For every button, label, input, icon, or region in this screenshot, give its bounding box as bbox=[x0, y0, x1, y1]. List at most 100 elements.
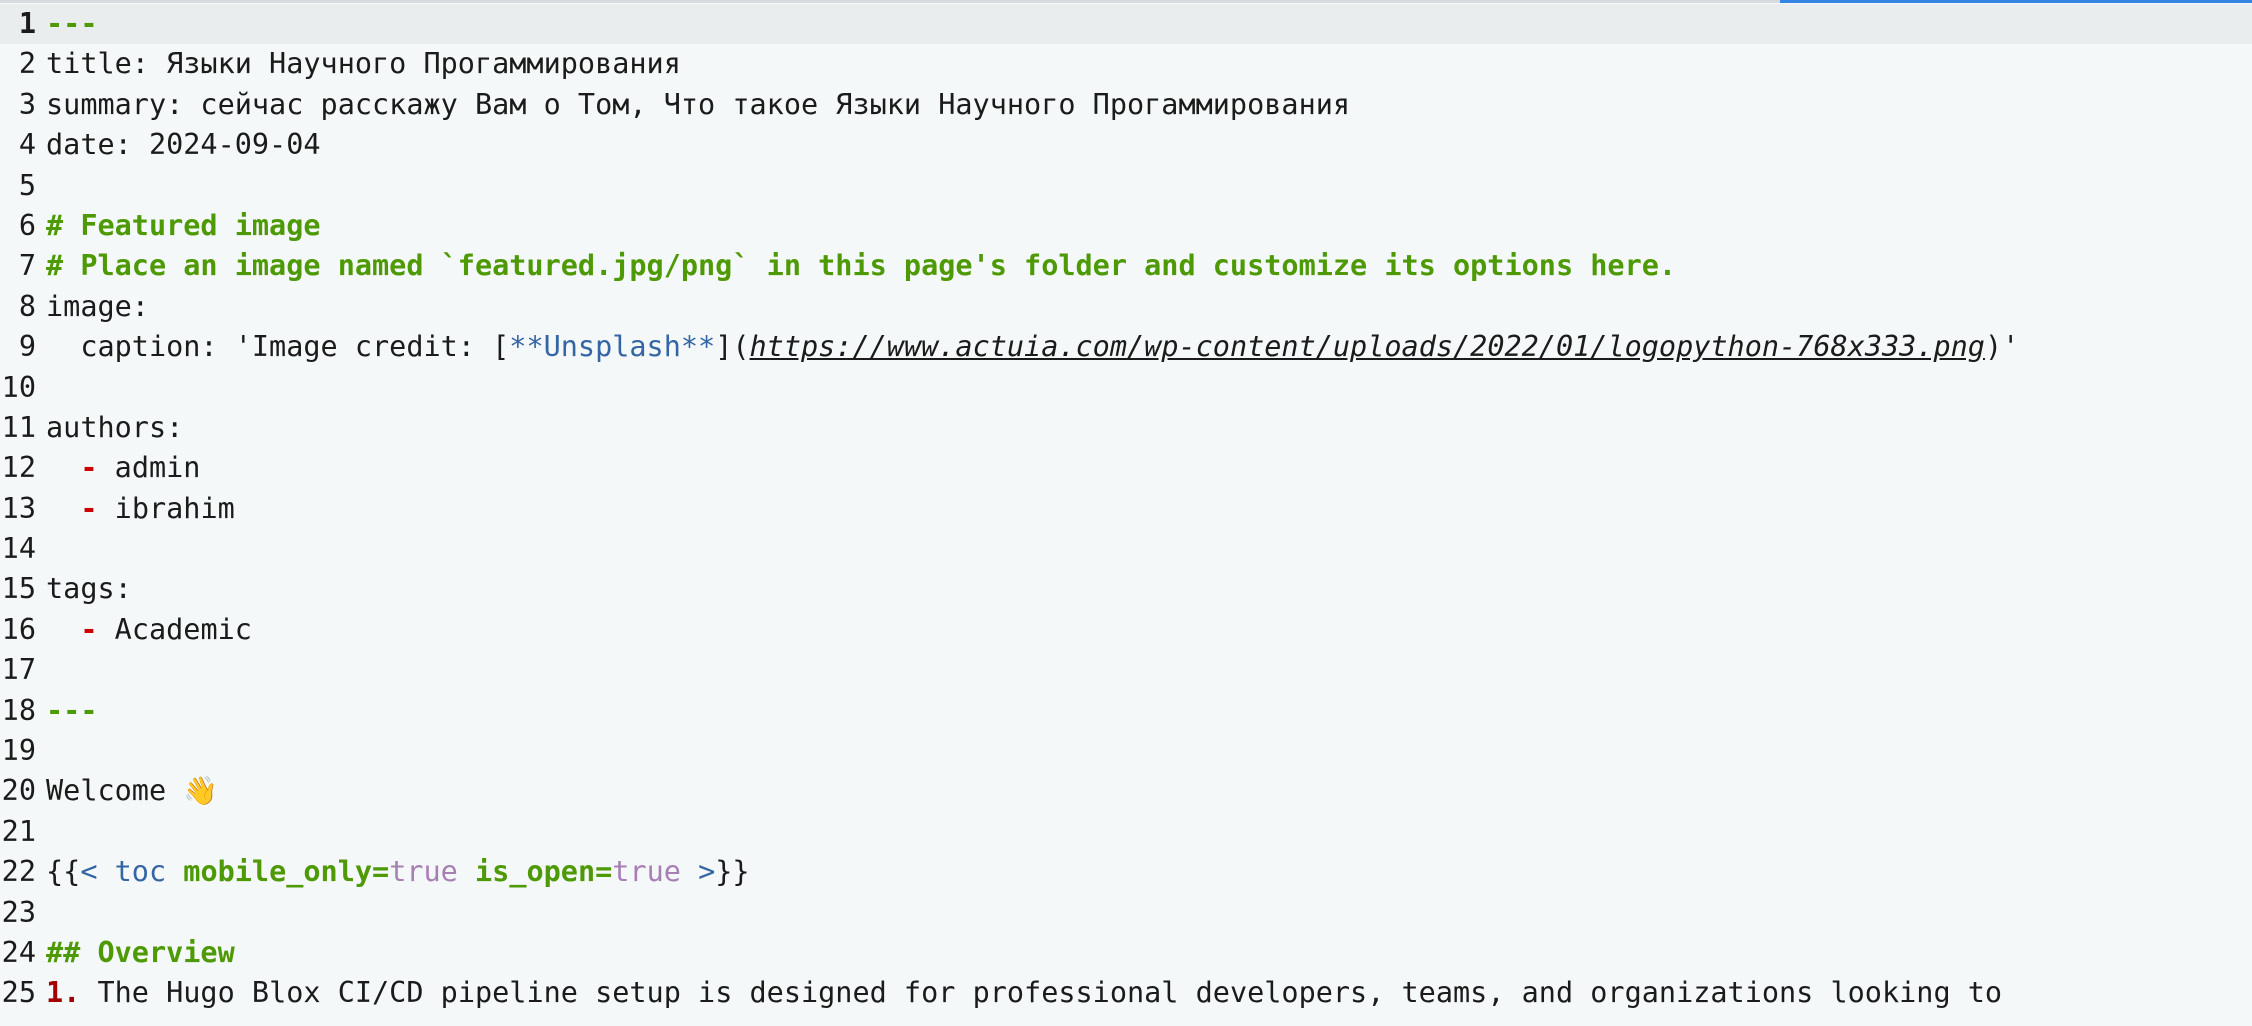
code-editor[interactable]: 1 --- 2 title: Языки Научного Прогаммирован… bbox=[0, 4, 2252, 1014]
code-text: - ibrahim bbox=[36, 489, 235, 529]
code-text: # Place an image named `featured.jpg/png… bbox=[36, 246, 1676, 286]
code-text: caption: 'Image credit: [**Unsplash**](h… bbox=[36, 327, 2019, 367]
line-number: 2 bbox=[18, 47, 36, 81]
code-token: Welcome bbox=[46, 774, 184, 808]
code-token: image: bbox=[46, 289, 149, 323]
code-line[interactable]: 12 - admin bbox=[0, 448, 2252, 488]
code-token: )' bbox=[1984, 330, 2020, 364]
code-line[interactable]: 14 bbox=[0, 529, 2252, 569]
code-text: ## Overview bbox=[36, 933, 235, 973]
code-token: authors: bbox=[46, 410, 184, 444]
code-token: **Unsplash** bbox=[509, 330, 716, 364]
code-line[interactable]: 2 title: Языки Научного Прогаммирования bbox=[0, 44, 2252, 84]
code-token: - bbox=[80, 491, 98, 525]
line-number: 5 bbox=[18, 168, 36, 202]
code-line[interactable]: 8 image: bbox=[0, 287, 2252, 327]
code-token: The Hugo Blox CI/CD pipeline setup is de… bbox=[80, 976, 2003, 1010]
code-token: mobile_only= bbox=[183, 855, 390, 889]
code-text: - admin bbox=[36, 448, 200, 488]
line-number: 25 bbox=[1, 976, 36, 1010]
code-text: date: 2024-09-04 bbox=[36, 125, 321, 165]
code-line[interactable]: 25 1. The Hugo Blox CI/CD pipeline setup … bbox=[0, 973, 2252, 1013]
code-token: ]( bbox=[715, 330, 750, 364]
code-line[interactable]: 20 Welcome 👋 bbox=[0, 771, 2252, 811]
line-number: 3 bbox=[18, 87, 36, 121]
code-line[interactable]: 4 date: 2024-09-04 bbox=[0, 125, 2252, 165]
line-number: 11 bbox=[1, 410, 36, 444]
code-text: tags: bbox=[36, 569, 132, 609]
code-line[interactable]: 16 - Academic bbox=[0, 610, 2252, 650]
code-token: date: 2024-09-04 bbox=[46, 128, 321, 162]
code-token: summary: сейчас расскажу Вам о Том, Что … bbox=[46, 87, 1351, 121]
code-text: --- bbox=[36, 691, 97, 731]
code-token: admin bbox=[97, 451, 201, 485]
code-token: ibrahim bbox=[97, 491, 235, 525]
code-text: - Academic bbox=[36, 610, 252, 650]
code-token: < toc bbox=[80, 855, 184, 889]
code-line[interactable]: 9 caption: 'Image credit: [**Unsplash**]… bbox=[0, 327, 2252, 367]
code-token: tags: bbox=[46, 572, 132, 606]
code-text: 1. The Hugo Blox CI/CD pipeline setup is… bbox=[36, 973, 2002, 1013]
code-line[interactable]: 19 bbox=[0, 731, 2252, 771]
line-number: 4 bbox=[18, 128, 36, 162]
code-line[interactable]: 7 # Place an image named `featured.jpg/pn… bbox=[0, 246, 2252, 286]
code-token: > bbox=[680, 855, 716, 889]
code-token: # Featured image bbox=[46, 208, 321, 242]
code-token: # Place an image named `featured.jpg/png… bbox=[46, 249, 1677, 283]
line-number: 13 bbox=[1, 491, 36, 525]
line-number: 22 bbox=[1, 855, 36, 889]
line-number: 12 bbox=[1, 451, 36, 485]
code-line[interactable]: 17 bbox=[0, 650, 2252, 690]
scroll-indicator bbox=[1780, 0, 2252, 3]
code-token: - bbox=[80, 612, 98, 646]
code-line[interactable]: 23 bbox=[0, 893, 2252, 933]
code-line[interactable]: 11 authors: bbox=[0, 408, 2252, 448]
code-line[interactable]: 24 ## Overview bbox=[0, 933, 2252, 973]
line-number: 14 bbox=[1, 532, 36, 566]
code-text: authors: bbox=[36, 408, 183, 448]
code-token: title: Языки Научного Прогаммирования bbox=[46, 47, 681, 81]
code-text: {{< toc mobile_only=true is_open=true >}… bbox=[36, 852, 750, 892]
code-token: https://www.actuia.com/wp-content/upload… bbox=[749, 330, 1985, 364]
code-token: - bbox=[80, 451, 98, 485]
waving-hand-icon: 👋 bbox=[183, 774, 219, 808]
code-line[interactable]: 15 tags: bbox=[0, 569, 2252, 609]
code-line[interactable]: 13 - ibrahim bbox=[0, 489, 2252, 529]
code-text: summary: сейчас расскажу Вам о Том, Что … bbox=[36, 85, 1350, 125]
code-token: --- bbox=[46, 7, 98, 40]
code-text: title: Языки Научного Прогаммирования bbox=[36, 44, 681, 84]
line-number: 23 bbox=[1, 895, 36, 929]
code-line[interactable]: 6 # Featured image bbox=[0, 206, 2252, 246]
code-text: --- bbox=[36, 4, 97, 44]
code-text: Welcome 👋 bbox=[36, 771, 218, 811]
code-token: is_open= bbox=[475, 855, 613, 889]
line-number: 7 bbox=[18, 249, 36, 283]
code-line[interactable]: 5 bbox=[0, 166, 2252, 206]
code-text: image: bbox=[36, 287, 149, 327]
code-line[interactable]: 21 bbox=[0, 812, 2252, 852]
line-number: 20 bbox=[1, 774, 36, 808]
code-line[interactable]: 22 {{< toc mobile_only=true is_open=true … bbox=[0, 852, 2252, 892]
line-number: 17 bbox=[1, 653, 36, 687]
code-line[interactable]: 10 bbox=[0, 368, 2252, 408]
code-token: caption: 'Image credit: [ bbox=[46, 330, 510, 364]
line-number: 1 bbox=[18, 7, 36, 40]
code-line[interactable]: 3 summary: сейчас расскажу Вам о Том, Что… bbox=[0, 85, 2252, 125]
code-line[interactable]: 1 --- bbox=[0, 4, 2252, 45]
code-line[interactable]: 18 --- bbox=[0, 691, 2252, 731]
line-number: 15 bbox=[1, 572, 36, 606]
line-number: 9 bbox=[18, 330, 36, 364]
code-token: --- bbox=[46, 693, 98, 727]
code-text: # Featured image bbox=[36, 206, 321, 246]
line-number: 18 bbox=[1, 693, 36, 727]
